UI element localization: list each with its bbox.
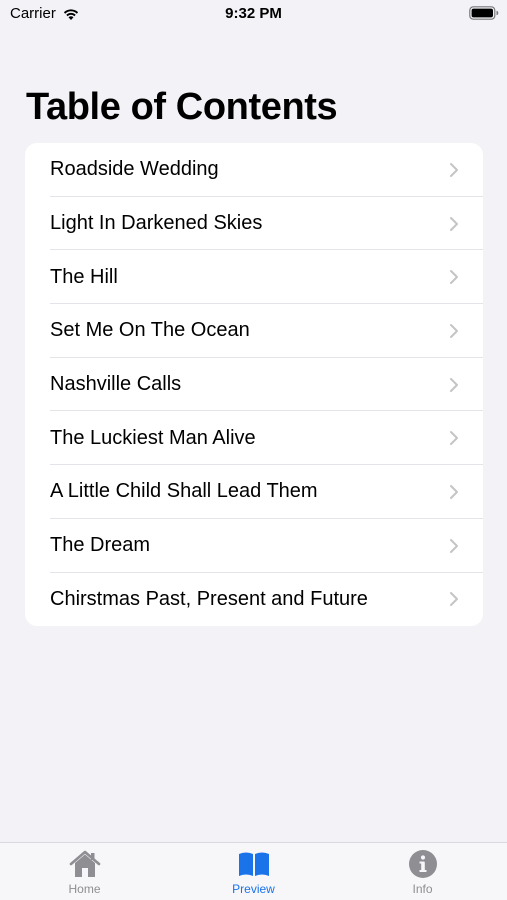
toc-row-label: Chirstmas Past, Present and Future <box>50 587 368 610</box>
toc-row[interactable]: A Little Child Shall Lead Them <box>25 465 483 519</box>
battery-icon <box>469 6 499 20</box>
toc-list: Roadside Wedding Light In Darkened Skies… <box>25 143 483 627</box>
screen: Carrier 9:32 PM Table of Contents Roadsi… <box>0 0 507 900</box>
toc-row[interactable]: Roadside Wedding <box>25 143 483 197</box>
toc-row-label: The Luckiest Man Alive <box>50 426 256 449</box>
house-icon <box>68 849 102 879</box>
toc-row-label: Light In Darkened Skies <box>50 212 263 235</box>
chevron-right-icon <box>450 592 458 607</box>
tab-bar: Home Preview Info <box>0 842 507 900</box>
page-title: Table of Contents <box>26 86 338 128</box>
toc-row-label: A Little Child Shall Lead Them <box>50 480 318 503</box>
toc-row-label: Roadside Wedding <box>50 158 219 181</box>
tab-label: Info <box>412 882 433 896</box>
toc-row[interactable]: Nashville Calls <box>25 358 483 412</box>
chevron-right-icon <box>450 270 458 285</box>
toc-row[interactable]: The Dream <box>25 519 483 573</box>
chevron-right-icon <box>450 323 458 338</box>
toc-row-label: Nashville Calls <box>50 373 182 396</box>
chevron-right-icon <box>450 377 458 392</box>
toc-row-label: The Dream <box>50 534 151 557</box>
status-time: 9:32 PM <box>225 5 282 22</box>
chevron-right-icon <box>450 538 458 553</box>
toc-row[interactable]: Chirstmas Past, Present and Future <box>25 573 483 627</box>
toc-row[interactable]: Set Me On The Ocean <box>25 304 483 358</box>
toc-row-label: The Hill <box>50 265 118 288</box>
chevron-right-icon <box>450 484 458 499</box>
chevron-right-icon <box>450 431 458 446</box>
toc-row[interactable]: The Luckiest Man Alive <box>25 411 483 465</box>
tab-preview[interactable]: Preview <box>169 843 338 900</box>
chevron-right-icon <box>450 216 458 231</box>
toc-row[interactable]: The Hill <box>25 250 483 304</box>
status-bar: Carrier 9:32 PM <box>0 0 507 30</box>
tab-label: Home <box>68 882 101 896</box>
chevron-right-icon <box>450 162 458 177</box>
tab-home[interactable]: Home <box>0 843 169 900</box>
tab-info[interactable]: Info <box>338 843 507 900</box>
tab-label: Preview <box>232 882 275 896</box>
toc-row[interactable]: Light In Darkened Skies <box>25 197 483 251</box>
book-icon <box>237 849 271 879</box>
info-icon <box>406 849 440 879</box>
toc-row-label: Set Me On The Ocean <box>50 319 250 342</box>
